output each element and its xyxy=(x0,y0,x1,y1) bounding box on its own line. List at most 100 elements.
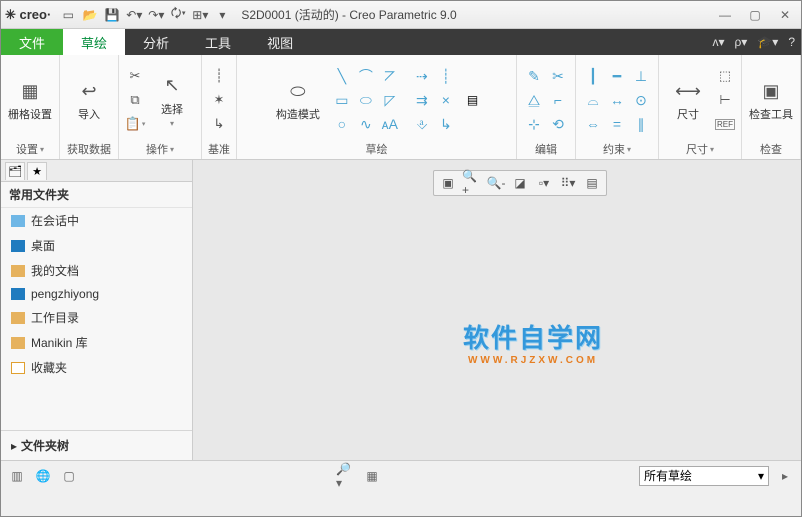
line-icon[interactable]: ╲ xyxy=(331,65,353,87)
learn-icon[interactable]: 🎓▾ xyxy=(757,35,778,49)
maximize-button[interactable]: ▢ xyxy=(743,5,767,25)
group-label-edit: 编辑 xyxy=(535,141,557,157)
sidebar-item-workdir[interactable]: 工作目录 xyxy=(1,305,192,330)
sidebar-item-manikin[interactable]: Manikin 库 xyxy=(1,330,192,355)
select-button[interactable]: ↖ 选择 ▾ xyxy=(149,65,195,135)
baseline-icon[interactable]: ⊢ xyxy=(715,90,735,110)
zoom-in-icon[interactable]: 🔍+ xyxy=(462,173,482,193)
rotate-resize-icon[interactable]: ⟲ xyxy=(547,113,569,135)
palette-icon[interactable]: ▤ xyxy=(467,93,478,107)
delete-seg-icon[interactable]: ✂ xyxy=(547,65,569,87)
sidebar-tab-favorites[interactable]: ★ xyxy=(27,162,47,180)
centerline2-icon[interactable]: ┊ xyxy=(435,65,457,87)
arc-icon[interactable]: ⌒ xyxy=(355,65,377,87)
collapse-ribbon-icon[interactable]: ʌ▾ xyxy=(712,35,724,49)
tab-analysis[interactable]: 分析 xyxy=(125,29,187,55)
reselect-icon[interactable]: ▦ xyxy=(362,466,382,486)
graphics-area[interactable]: ▣ 🔍+ 🔍- ◪ ▫▾ ⠿▾ ▤ 软件自学网 WWW.RJZXW.COM xyxy=(193,160,801,460)
close-button[interactable]: ✕ xyxy=(773,5,797,25)
windows-icon[interactable]: ⊞▾ xyxy=(191,6,209,24)
project-icon[interactable]: ⎀ xyxy=(411,113,433,135)
sidebar-item-desktop[interactable]: 桌面 xyxy=(1,233,192,258)
tile-icon[interactable]: ▥ xyxy=(7,466,27,486)
search-help-icon[interactable]: ρ▾ xyxy=(734,35,747,49)
divide-icon[interactable]: ⊹ xyxy=(523,113,545,135)
point-icon[interactable]: × xyxy=(435,89,457,111)
tangent-icon[interactable]: ⌓ xyxy=(582,89,604,111)
minimize-button[interactable]: ― xyxy=(713,5,737,25)
tab-tools[interactable]: 工具 xyxy=(187,29,249,55)
group-label-inspect: 检查 xyxy=(760,141,782,157)
equal-icon[interactable]: = xyxy=(606,113,628,135)
copy-icon[interactable]: ⧉ xyxy=(125,90,145,110)
undo-icon[interactable]: ↶▾ xyxy=(125,6,143,24)
annotation-display-icon[interactable]: ▤ xyxy=(582,173,602,193)
group-label-constrain[interactable]: 约束 xyxy=(603,141,631,157)
regen-icon[interactable]: 🗘▾ xyxy=(169,6,187,24)
construction-mode-button[interactable]: ⬭ 构造模式 xyxy=(275,65,321,135)
sidebar-item-user[interactable]: pengzhiyong xyxy=(1,283,192,305)
select-prev-icon[interactable]: ▸ xyxy=(775,466,795,486)
text-icon[interactable]: ᴀA xyxy=(379,113,401,135)
repaint-icon[interactable]: ◪ xyxy=(510,173,530,193)
fillet-icon[interactable]: ⦢ xyxy=(379,65,401,87)
import-button[interactable]: ↩ 导入 xyxy=(66,65,112,135)
browser-icon[interactable]: 🌐 xyxy=(33,466,53,486)
redo-icon[interactable]: ↷▾ xyxy=(147,6,165,24)
modify-icon[interactable]: ✎ xyxy=(523,65,545,87)
coord-icon[interactable]: ↳ xyxy=(435,113,457,135)
midpoint-icon[interactable]: ↔ xyxy=(606,89,628,111)
ellipse-icon[interactable]: ⬭ xyxy=(355,89,377,111)
cut-icon[interactable]: ✂ xyxy=(125,66,145,86)
group-label-operate[interactable]: 操作 xyxy=(146,141,174,157)
help-icon[interactable]: ? xyxy=(788,35,795,49)
open-icon[interactable]: 📂 xyxy=(81,6,99,24)
grid-settings-button[interactable]: ▦ 栅格设置 xyxy=(7,65,53,135)
refit-icon[interactable]: ▣ xyxy=(438,173,458,193)
vertical-icon[interactable]: ┃ xyxy=(582,65,604,87)
selection-filter[interactable]: 所有草绘▾ xyxy=(639,466,769,486)
new-icon[interactable]: ▭ xyxy=(59,6,77,24)
offset-icon[interactable]: ⇢ xyxy=(411,65,433,87)
qat-dropdown-icon[interactable]: ▾ xyxy=(213,6,231,24)
thicken-icon[interactable]: ⇉ xyxy=(411,89,433,111)
ref-dim-icon[interactable]: REF xyxy=(715,114,735,134)
dimension-button[interactable]: ⟷ 尺寸 xyxy=(665,65,711,135)
group-label-dimension[interactable]: 尺寸 xyxy=(686,141,714,157)
group-getdata: ↩ 导入 获取数据 xyxy=(60,55,119,159)
sidebar-tab-folders[interactable]: 🗂 xyxy=(5,162,25,180)
group-label-sketch: 草绘 xyxy=(366,141,388,157)
group-label-settings[interactable]: 设置 xyxy=(16,141,44,157)
paste-icon[interactable]: 📋 xyxy=(125,114,145,134)
perimeter-icon[interactable]: ⬚ xyxy=(715,66,735,86)
centerline-icon[interactable]: ┊ xyxy=(209,66,229,86)
coincident-icon[interactable]: ⊙ xyxy=(630,89,652,111)
coord-sys-icon[interactable]: ↳ xyxy=(209,114,229,134)
window-icon[interactable]: ▢ xyxy=(59,466,79,486)
spline-icon[interactable]: ∿ xyxy=(355,113,377,135)
corner-icon[interactable]: ⌐ xyxy=(547,89,569,111)
rectangle-icon[interactable]: ▭ xyxy=(331,89,353,111)
folder-tree-toggle[interactable]: ▸文件夹树 xyxy=(1,430,192,460)
horizontal-icon[interactable]: ━ xyxy=(606,65,628,87)
point-datum-icon[interactable]: ✶ xyxy=(209,90,229,110)
tab-file[interactable]: 文件 xyxy=(1,29,63,55)
tab-view[interactable]: 视图 xyxy=(249,29,311,55)
sidebar-item-documents[interactable]: 我的文档 xyxy=(1,258,192,283)
circle-icon[interactable]: ○ xyxy=(331,113,353,135)
mirror-icon[interactable]: ⧋ xyxy=(523,89,545,111)
find-icon[interactable]: 🔎▾ xyxy=(336,466,356,486)
inspect-button[interactable]: ▣ 检查工具 xyxy=(748,65,794,135)
perpendicular-icon[interactable]: ⊥ xyxy=(630,65,652,87)
tab-sketch[interactable]: 草绘 xyxy=(63,29,125,55)
zoom-out-icon[interactable]: 🔍- xyxy=(486,173,506,193)
display-style-icon[interactable]: ▫▾ xyxy=(534,173,554,193)
parallel-icon[interactable]: ∥ xyxy=(630,113,652,135)
save-icon[interactable]: 💾 xyxy=(103,6,121,24)
title-bar: ✳ creo· ▭ 📂 💾 ↶▾ ↷▾ 🗘▾ ⊞▾ ▾ S2D0001 (活动的… xyxy=(1,1,801,29)
sketcher-display-icon[interactable]: ⠿▾ xyxy=(558,173,578,193)
sidebar-item-session[interactable]: 在会话中 xyxy=(1,208,192,233)
sidebar-item-favorites[interactable]: 收藏夹 xyxy=(1,355,192,380)
chamfer-icon[interactable]: ◸ xyxy=(379,89,401,111)
symmetric-icon[interactable]: ⇔ xyxy=(582,113,604,135)
